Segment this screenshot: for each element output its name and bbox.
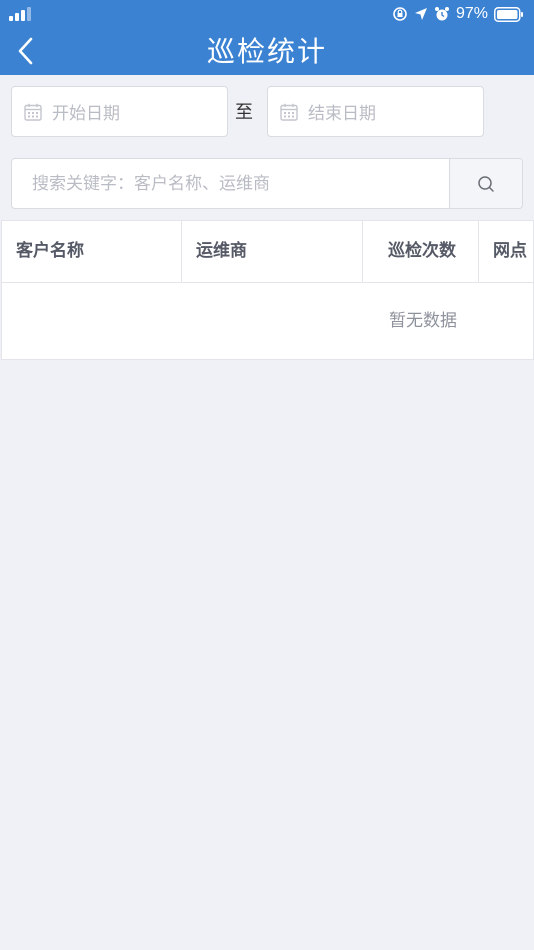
- start-date-placeholder: 开始日期: [52, 104, 120, 124]
- calendar-icon: [280, 103, 298, 121]
- statistics-table: 客户名称 运维商 巡检次数 网点 暂无数据: [1, 220, 534, 360]
- alarm-icon: [434, 7, 449, 21]
- app-header: 97% 巡检统计: [0, 0, 534, 75]
- column-header-maintenance-provider[interactable]: 运维商: [182, 221, 363, 282]
- calendar-icon: [24, 103, 42, 121]
- column-header-outlet[interactable]: 网点: [479, 221, 533, 282]
- search-button[interactable]: [449, 159, 522, 208]
- location-arrow-icon: [414, 8, 427, 20]
- signal-icon: [9, 7, 31, 21]
- search-input[interactable]: [12, 159, 450, 208]
- column-header-inspection-count[interactable]: 巡检次数: [363, 221, 479, 282]
- search-icon: [478, 175, 494, 192]
- end-date-picker[interactable]: 结束日期: [267, 86, 484, 137]
- table-header: 客户名称 运维商 巡检次数 网点: [2, 221, 533, 283]
- end-date-placeholder: 结束日期: [308, 104, 376, 124]
- page-title: 巡检统计: [206, 35, 327, 68]
- search-bar: [11, 158, 523, 209]
- battery-icon: [494, 6, 524, 22]
- battery-percent: 97%: [455, 5, 488, 22]
- column-header-customer-name[interactable]: 客户名称: [2, 221, 182, 282]
- empty-state-text: 暂无数据: [389, 311, 457, 331]
- date-range-separator: 至: [235, 102, 253, 123]
- start-date-picker[interactable]: 开始日期: [11, 86, 228, 137]
- nav-bar: 巡检统计: [0, 28, 534, 75]
- status-bar: 97%: [0, 0, 534, 28]
- orientation-lock-icon: [393, 7, 407, 21]
